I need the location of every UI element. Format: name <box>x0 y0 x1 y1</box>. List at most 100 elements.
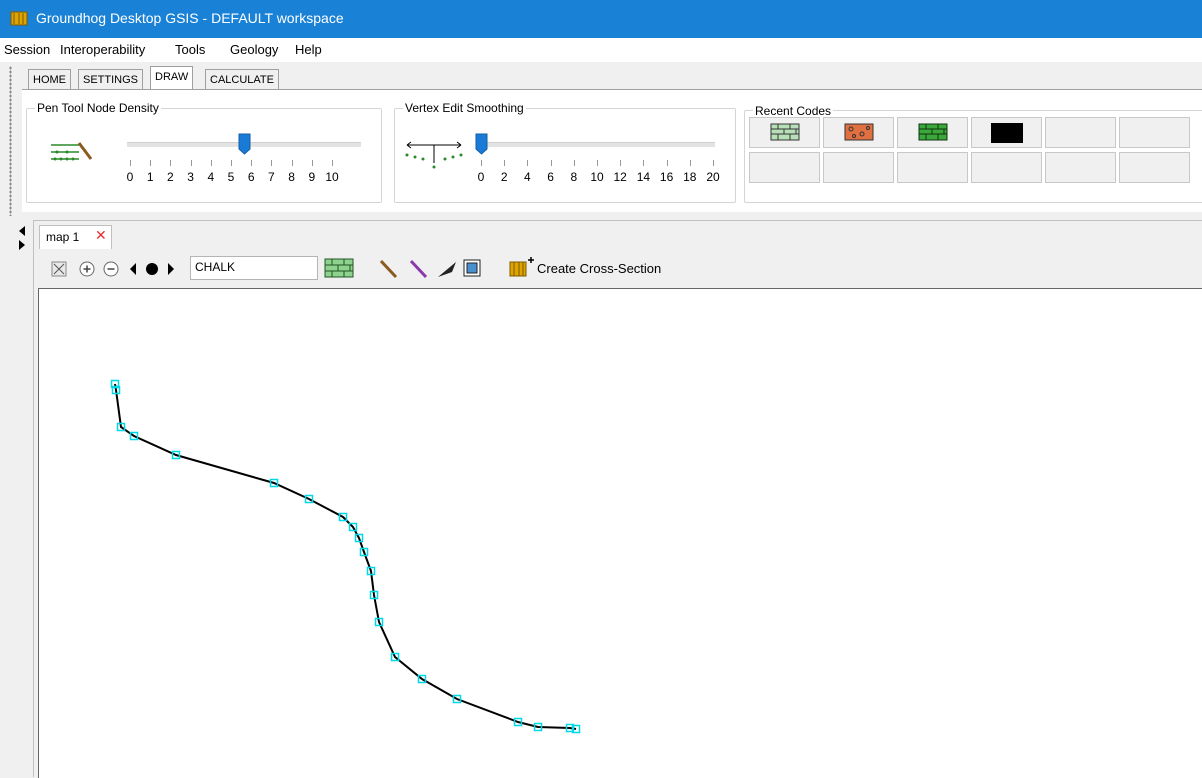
green-brick-swatch-icon <box>918 123 948 141</box>
pen-density-tick <box>231 160 232 166</box>
pen-density-tick <box>332 160 333 166</box>
pen-density-tick <box>311 160 313 166</box>
recent-code-slot[interactable] <box>1119 152 1190 183</box>
window-title: Groundhog Desktop GSIS - DEFAULT workspa… <box>36 10 344 26</box>
pen-density-tick <box>251 160 253 166</box>
vertex-smoothing-tick-label: 2 <box>500 170 508 184</box>
tab-settings[interactable]: SETTINGS <box>78 69 144 89</box>
pen-density-tick <box>190 160 192 166</box>
map-canvas[interactable] <box>38 288 1202 778</box>
recent-code-slot[interactable] <box>1119 117 1190 148</box>
recent-code-slot[interactable] <box>1045 117 1116 148</box>
vertex-smoothing-tick <box>643 160 645 166</box>
orange-rock-swatch-icon <box>844 123 874 141</box>
vertex-smoothing-slider-thumb[interactable] <box>475 133 488 155</box>
pen-density-tick <box>291 160 293 166</box>
menu-tools[interactable]: Tools <box>175 42 205 57</box>
vertex-smoothing-tick <box>597 160 598 166</box>
pen-density-tick <box>170 160 172 166</box>
pen-density-group: Pen Tool Node Density 0 1 2 3 4 5 6 7 8 9 10 <box>26 101 382 203</box>
menu-interoperability[interactable]: Interoperability <box>60 42 145 57</box>
vertex-smoothing-tick-label: 18 <box>683 170 697 184</box>
map-tab-label: map 1 <box>46 230 80 244</box>
black-swatch-icon <box>991 123 1023 143</box>
vertex-smoothing-tick-label: 0 <box>477 170 485 184</box>
map-workspace: map 1 ✕ CHALK Create Cross-Section <box>33 220 1202 778</box>
pen-density-tick <box>130 160 131 166</box>
vertex-smoothing-tick-label: 4 <box>524 170 531 184</box>
tab-draw[interactable]: DRAW <box>150 66 194 90</box>
close-icon[interactable]: ✕ <box>95 228 107 244</box>
title-bar: Groundhog Desktop GSIS - DEFAULT workspa… <box>0 0 1202 38</box>
pen-density-tick-label: 1 <box>146 170 154 184</box>
polyline-drawing[interactable] <box>39 289 1202 778</box>
panel-toggle-arrows-icon[interactable] <box>17 224 27 254</box>
pen-density-tick-label: 4 <box>207 170 215 184</box>
ribbon-panel: Pen Tool Node Density 0 1 2 3 4 5 6 7 8 9 10 Verte… <box>22 89 1202 212</box>
pen-density-label: Pen Tool Node Density <box>35 101 161 115</box>
chalk-code-swatch-icon[interactable] <box>324 258 354 278</box>
vertex-smoothing-tick-label: 16 <box>659 170 674 184</box>
recent-code-slot[interactable] <box>897 152 968 183</box>
tab-calculate[interactable]: CALCULATE <box>205 69 279 89</box>
vertex-smoothing-tick <box>689 160 691 166</box>
vertex-smoothing-tick <box>573 160 575 166</box>
recent-code-slot[interactable] <box>971 117 1042 148</box>
menu-geology[interactable]: Geology <box>230 42 278 57</box>
menu-bar: Session Interoperability Tools Geology H… <box>0 38 1202 62</box>
frame-tool-icon[interactable] <box>462 258 482 278</box>
purple-pen-tool-icon[interactable] <box>408 258 430 280</box>
recent-code-slot[interactable] <box>897 117 968 148</box>
pen-density-tick-label: 3 <box>187 170 194 184</box>
zoom-extent-icon[interactable] <box>50 260 68 278</box>
recent-code-slot[interactable] <box>749 117 820 148</box>
pen-density-tick <box>150 160 152 166</box>
vertex-smoothing-tick <box>527 160 529 166</box>
pen-density-tick-label: 9 <box>308 170 316 184</box>
code-input[interactable]: CHALK <box>190 256 318 280</box>
vertex-smoothing-tick <box>550 160 552 166</box>
recent-code-slot[interactable] <box>823 117 894 148</box>
recent-codes-label: Recent Codes <box>753 104 834 118</box>
chalk-brick-swatch-icon <box>770 123 800 141</box>
menu-help[interactable]: Help <box>295 42 322 57</box>
pen-density-tick-label: 0 <box>126 170 134 184</box>
ribbon-drag-handle[interactable] <box>9 66 12 216</box>
pen-density-tick <box>210 160 212 166</box>
pen-density-tick <box>271 160 273 166</box>
map-toolbar: CHALK Create Cross-Section <box>40 252 1202 286</box>
pen-density-icon <box>51 142 93 161</box>
pen-density-slider-thumb[interactable] <box>238 133 251 155</box>
vertex-smoothing-tick-label: 20 <box>706 170 720 184</box>
vertex-smoothing-label: Vertex Edit Smoothing <box>403 101 526 115</box>
zoom-in-icon[interactable] <box>78 260 96 278</box>
knife-tool-icon[interactable] <box>436 258 458 280</box>
vertex-smoothing-tick-label: 6 <box>547 170 554 184</box>
vertex-smoothing-tick-label: 10 <box>590 170 604 184</box>
vertex-smoothing-tick <box>620 160 622 166</box>
vertex-smoothing-tick-label: 8 <box>570 170 578 184</box>
pen-density-tick-label: 5 <box>227 170 235 184</box>
vertex-smoothing-tick-label: 12 <box>613 170 627 184</box>
recent-codes-group: Recent Codes <box>744 104 1202 203</box>
pan-arrows-icon[interactable] <box>128 260 176 278</box>
pen-tool-icon[interactable] <box>378 258 400 280</box>
pen-density-tick-label: 6 <box>247 170 255 184</box>
zoom-out-icon[interactable] <box>102 260 120 278</box>
vertex-smoothing-icon <box>405 141 463 169</box>
recent-code-slot[interactable] <box>749 152 820 183</box>
drawn-line[interactable] <box>114 383 577 730</box>
pen-density-tick-label: 7 <box>268 170 275 184</box>
recent-code-slot[interactable] <box>823 152 894 183</box>
menu-session[interactable]: Session <box>4 42 50 57</box>
create-cross-section-icon[interactable] <box>508 256 534 278</box>
tab-map-1[interactable]: map 1 ✕ <box>39 225 112 249</box>
vertex-smoothing-slider-track[interactable] <box>481 142 715 147</box>
recent-code-slot[interactable] <box>971 152 1042 183</box>
create-cross-section-label[interactable]: Create Cross-Section <box>537 261 661 276</box>
recent-code-slot[interactable] <box>1045 152 1116 183</box>
tab-home[interactable]: HOME <box>28 69 71 89</box>
pen-density-tick-label: 8 <box>288 170 295 184</box>
vertex-smoothing-tick <box>504 160 506 166</box>
pen-density-tick-label: 2 <box>167 170 174 184</box>
